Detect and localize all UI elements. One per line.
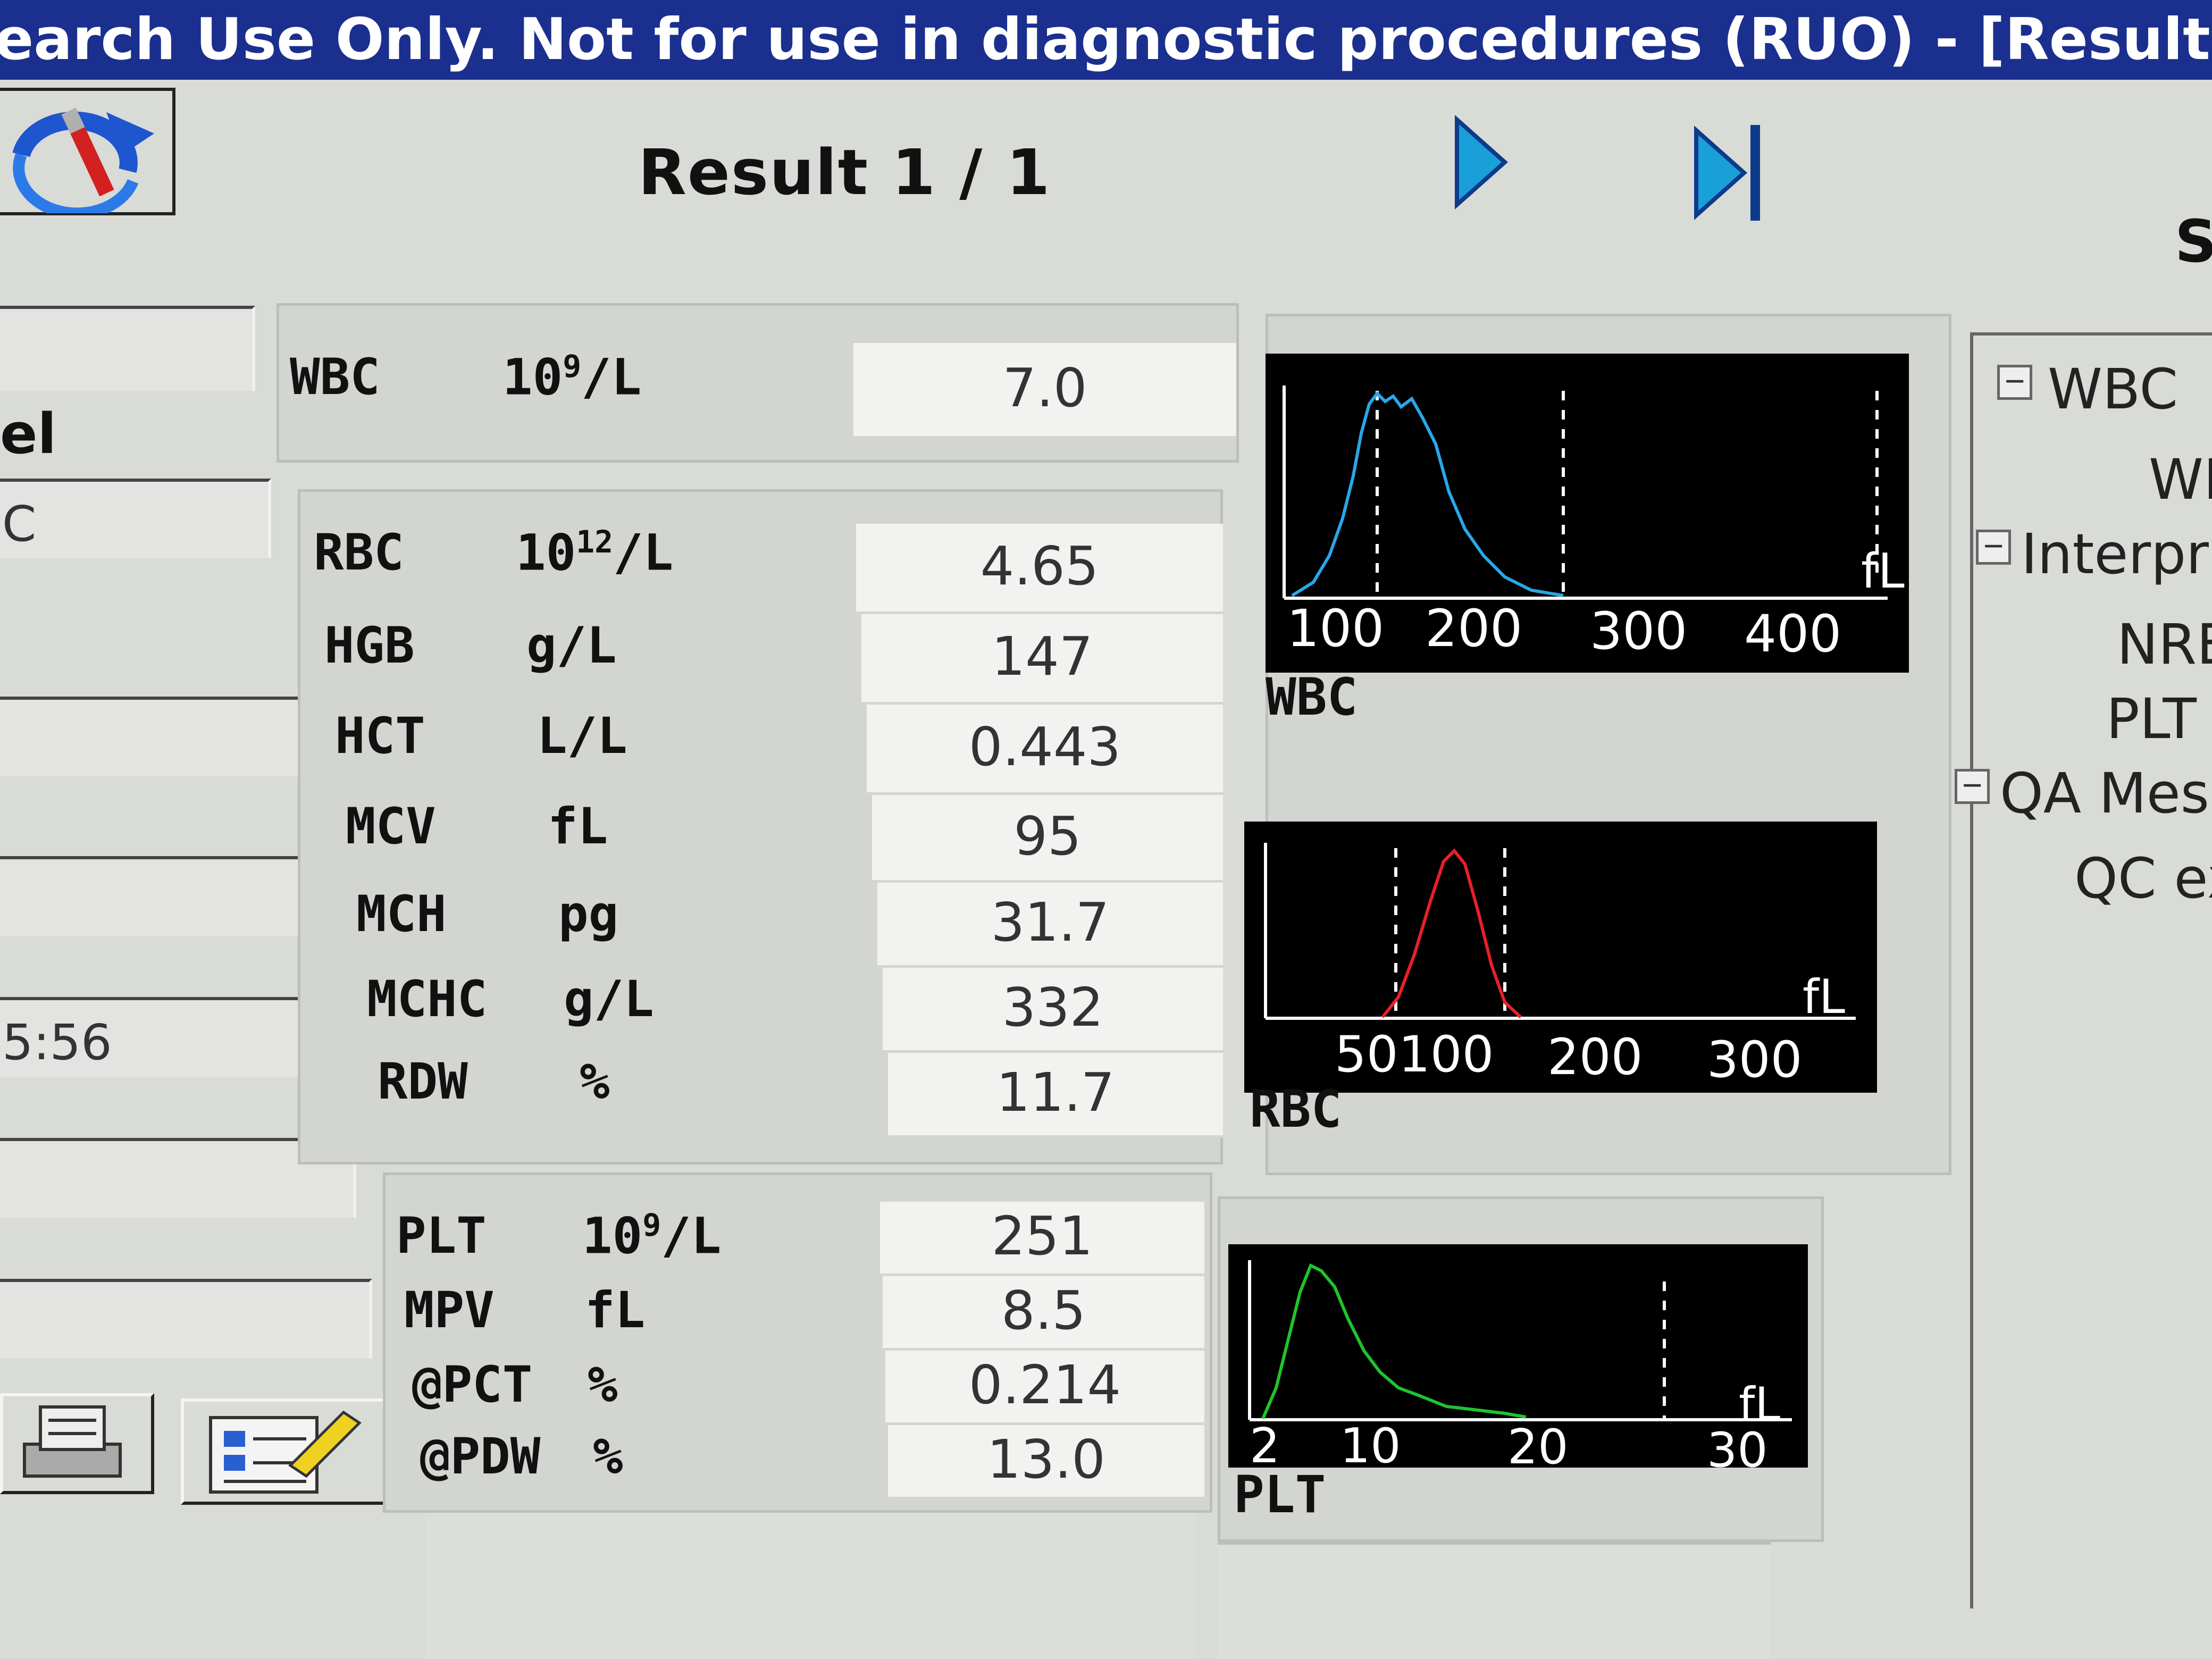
param-unit: % (593, 1428, 623, 1486)
tree-item-wi[interactable]: WI (2149, 447, 2212, 512)
rbc-histogram-title: RBC (1250, 1079, 1342, 1139)
plt-histogram: 2 10 20 30 fL (1228, 1244, 1808, 1468)
param-value: 13.0 (888, 1425, 1204, 1499)
plt-parameter-panel: PLT 109/L MPV fL @PCT % @PDW % 251 8.5 0… (383, 1172, 1212, 1513)
left-field-3[interactable] (0, 697, 303, 776)
param-unit: 1012/L (516, 524, 674, 582)
param-value: 7.0 (853, 343, 1236, 439)
print-icon (23, 1405, 122, 1478)
param-name: @PCT (412, 1356, 533, 1414)
refresh-edit-button[interactable] (0, 88, 175, 220)
left-field-1[interactable] (0, 306, 255, 391)
results-tree[interactable]: − WBC WI − Interpr NRE PLT − QA Mess QC … (1955, 332, 2212, 1608)
rbc-tick-50: 50 (1335, 1026, 1398, 1084)
title-bar: earch Use Only. Not for use in diagnosti… (0, 0, 2212, 80)
tree-item-nre[interactable]: NRE (2117, 612, 2212, 677)
tree-expander-interpretation[interactable]: − (1976, 528, 2011, 565)
rbc-parameter-panel: RBC 1012/L HGB g/L HCT L/L MCV fL MCH pg… (298, 489, 1223, 1164)
tree-item-plt[interactable]: PLT (2106, 686, 2197, 751)
window-title: earch Use Only. Not for use in diagnosti… (0, 6, 2212, 73)
param-unit: fL (585, 1281, 646, 1339)
left-field-4[interactable] (0, 856, 319, 936)
skip-to-last-icon (1694, 125, 1760, 221)
param-value: 0.214 (885, 1351, 1204, 1425)
param-name: RBC (314, 524, 404, 582)
report-edit-icon (209, 1410, 362, 1494)
param-value: 0.443 (867, 705, 1223, 795)
left-field-2[interactable]: C (0, 479, 271, 558)
last-result-button[interactable] (1691, 120, 1776, 229)
tree-expander-wbc[interactable]: − (1997, 363, 2032, 400)
left-field-7[interactable] (0, 1279, 372, 1359)
tree-item-qc[interactable]: QC ex (2074, 846, 2212, 911)
param-value: 147 (861, 614, 1223, 705)
param-name: RDW (378, 1053, 468, 1111)
rbc-histogram: 50 100 200 300 fL (1244, 822, 1877, 1093)
param-name: @PDW (420, 1428, 541, 1486)
param-name: WBC (290, 348, 380, 406)
tree-item-interpretation[interactable]: Interpr (2021, 522, 2209, 586)
plt-unit-label: fL (1739, 1378, 1780, 1431)
param-unit: % (580, 1053, 610, 1111)
play-next-icon (1455, 115, 1509, 210)
wbc-tick-200: 200 (1425, 599, 1522, 658)
left-label-el: el (0, 401, 57, 466)
rbc-tick-100: 100 (1398, 1026, 1494, 1084)
param-unit: % (588, 1356, 618, 1414)
rbc-tick-200: 200 (1547, 1028, 1643, 1086)
bottom-left-area (425, 1510, 1196, 1659)
rbc-unit-label: fL (1803, 969, 1845, 1024)
tree-expander-qa[interactable]: − (1955, 767, 1990, 804)
param-value: 31.7 (877, 883, 1223, 968)
right-header-label: S (2175, 207, 2212, 275)
result-counter: Result 1 / 1 (638, 136, 1051, 209)
refresh-edit-icon (12, 107, 154, 220)
param-name: MCH (356, 885, 447, 943)
tree-item-qa-messages[interactable]: QA Mess (2000, 761, 2212, 826)
param-value: 251 (880, 1202, 1204, 1276)
param-name: HGB (324, 617, 415, 675)
param-value: 332 (883, 968, 1223, 1053)
param-unit: 109/L (582, 1207, 722, 1266)
wbc-parameter-panel: WBC 109/L 7.0 (276, 303, 1239, 463)
tree-item-wbc[interactable]: WBC (2048, 357, 2178, 422)
wbc-unit-label: fL (1861, 543, 1905, 599)
param-name: MCV (346, 798, 436, 856)
param-unit: g/L (564, 970, 654, 1028)
param-value: 95 (872, 795, 1223, 883)
wbc-histogram-title: WBC (1266, 667, 1358, 727)
param-unit: L/L (537, 707, 627, 765)
param-unit: fL (548, 798, 608, 856)
param-unit: 109/L (502, 348, 642, 407)
plt-histogram-title: PLT (1234, 1465, 1326, 1524)
wbc-tick-300: 300 (1590, 601, 1687, 661)
param-name: MPV (404, 1281, 495, 1339)
param-unit: g/L (526, 617, 617, 675)
wbc-histogram: 100 200 300 400 fL (1266, 354, 1909, 673)
wbc-tick-400: 400 (1744, 604, 1841, 664)
next-result-button[interactable] (1452, 114, 1510, 213)
plt-tick-10: 10 (1340, 1418, 1401, 1468)
time-field[interactable]: 5:56 (0, 997, 340, 1077)
param-name: MCHC (367, 970, 488, 1028)
report-edit-button[interactable] (181, 1398, 388, 1505)
param-name: PLT (396, 1207, 487, 1265)
param-value: 11.7 (888, 1053, 1223, 1138)
param-value: 8.5 (883, 1276, 1204, 1351)
print-button[interactable] (0, 1393, 154, 1494)
plt-tick-2: 2 (1250, 1418, 1280, 1468)
param-value: 4.65 (856, 524, 1223, 614)
bottom-right-area (1218, 1542, 1771, 1659)
rbc-tick-300: 300 (1707, 1031, 1802, 1089)
wbc-tick-100: 100 (1287, 599, 1384, 658)
param-name: HCT (335, 707, 425, 765)
plt-tick-20: 20 (1507, 1419, 1569, 1468)
param-unit: pg (558, 885, 619, 943)
